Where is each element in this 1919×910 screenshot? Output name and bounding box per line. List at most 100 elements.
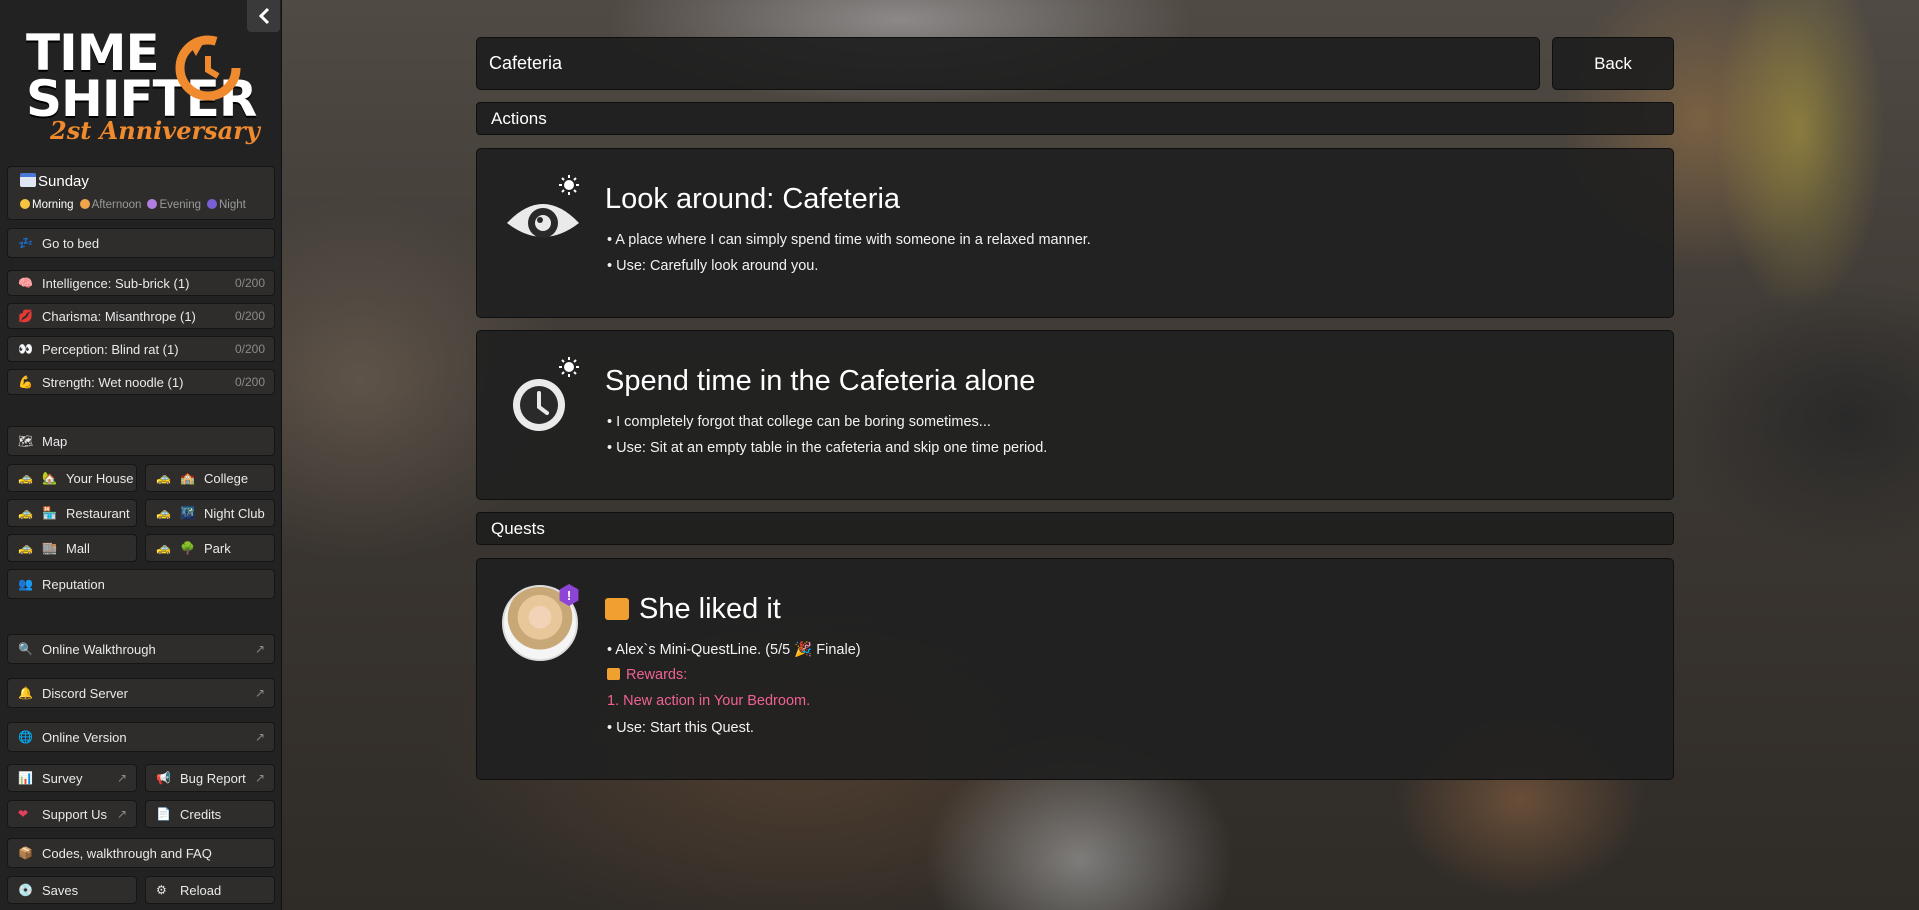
quest-title-text: She liked it: [639, 593, 781, 625]
logo-subtitle: 2st Anniversary: [50, 116, 260, 145]
reputation-button[interactable]: 👥 Reputation: [7, 569, 275, 599]
taxi-icon: 🚕: [156, 506, 171, 520]
sun-icon: [559, 357, 579, 377]
action-card-spend-time-alone[interactable]: Spend time in the Cafeteria alone • I co…: [476, 330, 1674, 500]
sun-icon: [559, 175, 579, 195]
action-card-look-around[interactable]: Look around: Cafeteria • A place where I…: [476, 148, 1674, 318]
stat-label: Intelligence: Sub-brick (1): [42, 275, 190, 291]
external-link-icon: ↗: [116, 771, 127, 785]
megaphone-icon: 📢: [156, 771, 171, 785]
quest-usage: • Use: Start this Quest.: [607, 720, 754, 736]
stat-value: 0/200: [234, 342, 265, 356]
bell-icon: 🔔: [18, 686, 33, 700]
period-label: Afternoon: [91, 199, 142, 211]
online-walkthrough-link[interactable]: 🔍 Online Walkthrough ↗: [7, 634, 275, 664]
period-dot-icon: [147, 199, 158, 209]
back-label: Back: [1594, 53, 1632, 73]
badge-mark: !: [566, 587, 572, 603]
place-label: College: [204, 470, 249, 486]
go-to-bed-label: Go to bed: [42, 235, 100, 251]
quest-reward-item: 1. New action in Your Bedroom.: [607, 693, 811, 709]
restaurant-icon: 🏪: [42, 506, 57, 520]
period-label: Morning: [32, 199, 74, 211]
discord-server-link[interactable]: 🔔 Discord Server ↗: [7, 678, 275, 708]
reputation-label: Reputation: [42, 576, 105, 592]
online-version-link[interactable]: 🌐 Online Version ↗: [7, 722, 275, 752]
stat-row[interactable]: 💋 Charisma: Misanthrope (1) 0/200: [7, 303, 275, 329]
place-college-button[interactable]: 🚕 🏫 College: [145, 464, 275, 492]
saves-button[interactable]: 💿 Saves: [7, 876, 137, 904]
action-usage: • Use: Carefully look around you.: [607, 258, 819, 274]
go-to-bed-button[interactable]: 💤 Go to bed: [7, 228, 275, 258]
place-restaurant-button[interactable]: 🚕 🏪 Restaurant: [7, 499, 137, 527]
lips-icon: 💋: [18, 309, 33, 323]
action-usage: • Use: Sit at an empty table in the cafe…: [607, 440, 1048, 456]
clock-icon: [503, 357, 583, 437]
clock-arrow-logo-icon: [175, 35, 241, 101]
taxi-icon: 🚕: [156, 471, 171, 485]
globe-icon: 🌐: [18, 730, 33, 744]
place-your-house-button[interactable]: 🚕 🏡 Your House: [7, 464, 137, 492]
package-icon: 📦: [18, 846, 33, 860]
action-title: Spend time in the Cafeteria alone: [605, 365, 1036, 397]
codes-faq-button[interactable]: 📦 Codes, walkthrough and FAQ: [7, 838, 275, 868]
game-logo: TIME SHIFTER 2st Anniversary: [20, 22, 260, 152]
eye-icon: [503, 175, 583, 255]
back-button[interactable]: Back: [1552, 37, 1674, 90]
period-label: Evening: [159, 199, 201, 211]
stat-row[interactable]: 🧠 Intelligence: Sub-brick (1) 0/200: [7, 270, 275, 296]
stat-label: Charisma: Misanthrope (1): [42, 308, 196, 324]
bug-report-link[interactable]: 📢 Bug Report ↗: [145, 764, 275, 792]
heart-icon: ❤: [18, 807, 29, 821]
stat-row[interactable]: 👀 Perception: Blind rat (1) 0/200: [7, 336, 275, 362]
external-link-icon: ↗: [254, 771, 265, 785]
stat-row[interactable]: 💪 Strength: Wet noodle (1) 0/200: [7, 369, 275, 395]
calendar-widget: Sunday Morning Afternoon Evening Night: [7, 166, 275, 220]
place-label: Restaurant: [66, 505, 130, 521]
stat-value: 0/200: [234, 276, 265, 290]
period-evening: Evening: [147, 199, 201, 211]
quest-title: She liked it: [605, 593, 781, 626]
stat-label: Strength: Wet noodle (1): [42, 374, 184, 390]
taxi-icon: 🚕: [156, 541, 171, 555]
reload-label: Reload: [180, 882, 222, 898]
tree-icon: 🌳: [180, 541, 195, 555]
place-park-button[interactable]: 🚕 🌳 Park: [145, 534, 275, 562]
time-periods: Morning Afternoon Evening Night: [20, 199, 246, 211]
rewards-label: Rewards:: [626, 667, 688, 683]
online-version-label: Online Version: [42, 729, 127, 745]
quests-header: Quests: [476, 512, 1674, 545]
support-us-link[interactable]: ❤ Support Us ↗: [7, 800, 137, 828]
place-label: Park: [204, 540, 231, 556]
day-label: Sunday: [38, 173, 89, 190]
sidebar: TIME SHIFTER 2st Anniversary Sunday Morn…: [0, 0, 282, 910]
survey-link[interactable]: 📊 Survey ↗: [7, 764, 137, 792]
gear-icon: ⚙: [156, 883, 167, 897]
map-button[interactable]: 🗺 Map: [7, 426, 275, 456]
place-label: Your House: [66, 470, 134, 486]
map-icon: 🗺: [18, 434, 34, 448]
document-icon: 📄: [156, 807, 171, 821]
place-label: Night Club: [204, 505, 265, 521]
online-walkthrough-label: Online Walkthrough: [42, 641, 156, 657]
credits-label: Credits: [180, 806, 222, 822]
taxi-icon: 🚕: [18, 471, 33, 485]
quest-questline: • Alex`s Mini-QuestLine. (5/5 🎉 Finale): [607, 642, 861, 658]
quest-card-she-liked-it[interactable]: ! She liked it • Alex`s Mini-QuestLine. …: [476, 558, 1674, 780]
calendar-icon: [20, 173, 36, 187]
actions-header-label: Actions: [491, 108, 547, 128]
quests-header-label: Quests: [491, 518, 545, 538]
stat-value: 0/200: [234, 375, 265, 389]
reload-button[interactable]: ⚙ Reload: [145, 876, 275, 904]
period-dot-icon: [20, 199, 30, 209]
sleep-icon: 💤: [18, 236, 33, 250]
action-description: • A place where I can simply spend time …: [607, 232, 1091, 248]
external-link-icon: ↗: [254, 686, 265, 700]
mall-icon: 🏬: [42, 541, 57, 555]
house-icon: 🏡: [42, 471, 57, 485]
action-description: • I completely forgot that college can b…: [607, 414, 991, 430]
place-label: Mall: [66, 540, 90, 556]
credits-button[interactable]: 📄 Credits: [145, 800, 275, 828]
place-mall-button[interactable]: 🚕 🏬 Mall: [7, 534, 137, 562]
place-night-club-button[interactable]: 🚕 🌃 Night Club: [145, 499, 275, 527]
